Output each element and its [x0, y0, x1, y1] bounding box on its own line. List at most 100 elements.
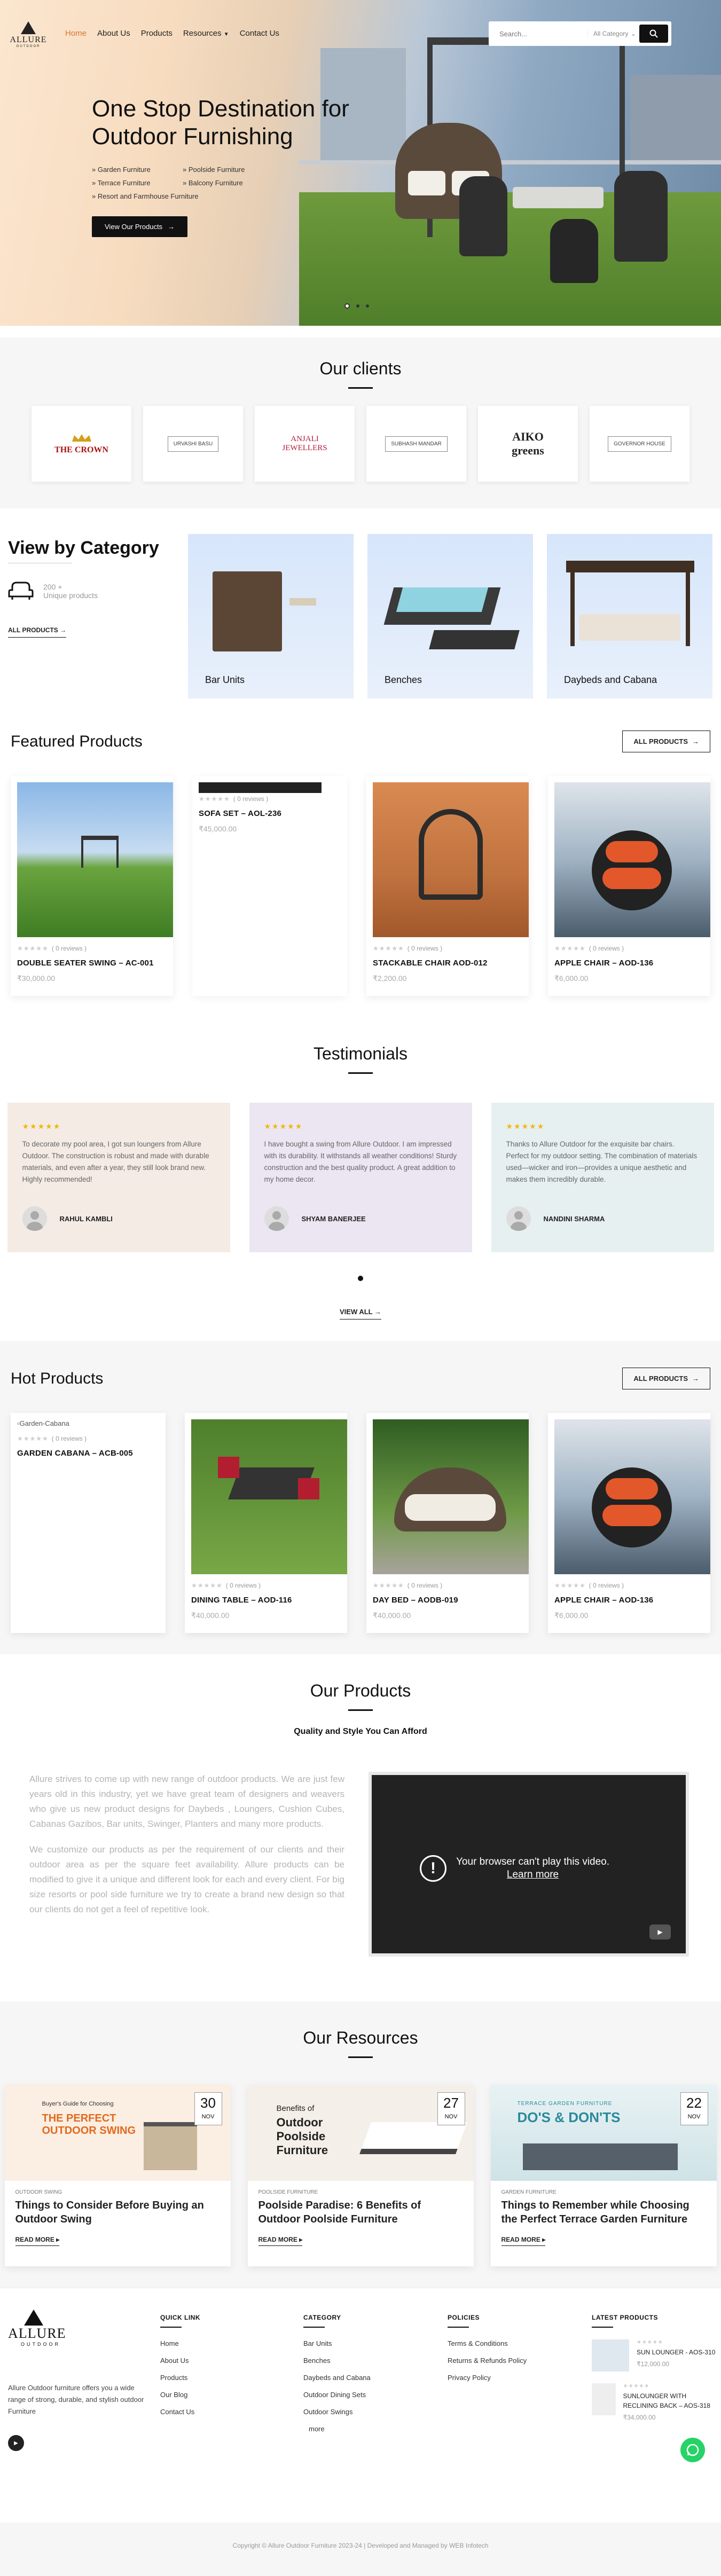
broken-image: ▫Garden-Cabana — [17, 1419, 159, 1427]
heading-underline — [592, 2327, 613, 2328]
blog-image: Buyer's Guide for Choosing THE PERFECT O… — [4, 2085, 231, 2181]
blog-card[interactable]: TERRACE GARDEN FURNITURE DO'S & DON'TS 2… — [490, 2085, 717, 2266]
product-card[interactable]: ★★★★★( 0 reviews ) APPLE CHAIR – AOD-136… — [548, 776, 710, 996]
button-label: View Our Products — [105, 223, 163, 231]
read-more-link[interactable]: READ MORE ▸ — [15, 2236, 60, 2246]
all-products-button[interactable]: ALL PRODUCTS → — [622, 731, 710, 752]
sofa-icon — [8, 582, 34, 600]
product-card[interactable]: ★★★★★( 0 reviews ) DINING TABLE – AOD-11… — [185, 1413, 347, 1633]
product-price: ₹30,000.00 — [17, 974, 56, 983]
slider-dot[interactable] — [344, 303, 350, 309]
footer-link[interactable]: Bar Units — [303, 2339, 371, 2347]
latest-product[interactable]: ★★★★★ SUN LOUNGER - AOS-310 ₹12,000.00 — [592, 2339, 720, 2371]
hero-link[interactable]: Resort and Farmhouse Furniture — [92, 192, 289, 200]
footer-link[interactable]: Our Blog — [160, 2391, 200, 2399]
footer-link[interactable]: Home — [160, 2339, 200, 2347]
footer-link[interactable]: About Us — [160, 2357, 200, 2365]
product-card[interactable]: ★★★★★( 0 reviews ) SOFA SET – AOL-236 ₹4… — [192, 776, 347, 996]
testimonial-list: ★★★★★ To decorate my pool area, I got su… — [0, 1103, 721, 1252]
footer-link[interactable]: Privacy Policy — [448, 2374, 527, 2382]
category-select[interactable]: All Category ⌄ — [587, 30, 639, 37]
footer-link[interactable]: Terms & Conditions — [448, 2339, 527, 2347]
hero-link[interactable]: Terrace Furniture — [92, 179, 183, 187]
youtube-icon[interactable]: ▶ — [8, 2435, 24, 2451]
category-card-daybeds[interactable]: Daybeds and Cabana — [547, 534, 712, 698]
footer-link[interactable]: more — [303, 2425, 371, 2433]
blog-list: Buyer's Guide for Choosing THE PERFECT O… — [0, 2085, 721, 2266]
category-card-bar-units[interactable]: Bar Units — [188, 534, 354, 698]
site-logo[interactable]: ALLURE OUTDOOR — [10, 21, 47, 48]
category-card-benches[interactable]: Benches — [367, 534, 533, 698]
arrow-right-icon: → — [692, 1375, 699, 1383]
menu-item-about[interactable]: About Us — [97, 29, 130, 38]
youtube-icon[interactable]: ▶ — [649, 1925, 671, 1939]
top-navigation: ALLURE OUTDOOR Home About Us Products Re… — [0, 0, 721, 69]
product-card[interactable]: ▫Garden-Cabana ★★★★★( 0 reviews ) GARDEN… — [11, 1413, 166, 1633]
bar-counter-image — [213, 571, 282, 651]
product-card[interactable]: ★★★★★( 0 reviews ) APPLE CHAIR – AOD-136… — [548, 1413, 710, 1633]
footer-logo[interactable]: ALLURE OUTDOOR — [8, 2310, 72, 2347]
footer-description: Allure Outdoor furniture offers you a wi… — [8, 2384, 144, 2415]
latest-product[interactable]: ★★★★★ SUNLOUNGER WITH RECLINING BACK – A… — [592, 2383, 720, 2421]
footer-link[interactable]: Contact Us — [160, 2408, 200, 2416]
product-name: SOFA SET – AOL-236 — [199, 809, 282, 818]
paragraph: We customize our products as per the req… — [29, 1844, 344, 1914]
view-products-button[interactable]: View Our Products → — [92, 216, 188, 237]
all-products-link[interactable]: ALL PRODUCTS → — [8, 626, 67, 638]
product-price: ₹34,000.00 — [623, 2414, 656, 2421]
footer-link[interactable]: Outdoor Dining Sets — [303, 2391, 371, 2399]
carousel-dot[interactable] — [358, 1276, 363, 1281]
footer-link[interactable]: Benches — [303, 2357, 371, 2365]
read-more-link[interactable]: READ MORE ▸ — [501, 2236, 546, 2246]
search-input[interactable] — [499, 29, 587, 38]
client-logo-crown: THE CROWN — [32, 406, 131, 482]
footer-link[interactable]: Returns & Refunds Policy — [448, 2357, 527, 2365]
whatsapp-button[interactable] — [680, 2438, 705, 2462]
author-name: SHYAM BANERJEE — [301, 1214, 366, 1223]
read-more-link[interactable]: READ MORE ▸ — [258, 2236, 303, 2246]
review-count: ( 0 reviews ) — [407, 945, 443, 952]
search-button[interactable] — [639, 25, 668, 43]
learn-more-link[interactable]: Learn more — [507, 1869, 559, 1880]
video-player[interactable]: ! Your browser can't play this video. Lea… — [369, 1772, 689, 1957]
product-card[interactable]: ★★★★★( 0 reviews ) DAY BED – AODB-019 ₹4… — [366, 1413, 529, 1633]
glass-top-image — [396, 587, 489, 612]
title-underline — [348, 1072, 373, 1074]
slider-dot[interactable] — [366, 304, 369, 308]
footer-link[interactable]: Outdoor Swings — [303, 2408, 371, 2416]
rating-stars: ★★★★★( 0 reviews ) — [373, 945, 443, 952]
hero-link[interactable]: Balcony Furniture — [183, 179, 289, 187]
section-subtitle: Quality and Style You Can Afford — [294, 1727, 427, 1736]
section-header: Hot Products ALL PRODUCTS → — [11, 1368, 710, 1389]
all-products-button[interactable]: ALL PRODUCTS → — [622, 1368, 710, 1389]
menu-item-resources[interactable]: Resources ▼ — [183, 29, 229, 38]
menu-item-contact[interactable]: Contact Us — [240, 29, 279, 38]
post-month: NOV — [201, 2114, 215, 2120]
slider-dot[interactable] — [356, 304, 359, 308]
footer-heading: LATEST PRODUCTS — [592, 2314, 658, 2321]
footer-link[interactable]: Products — [160, 2374, 200, 2382]
product-count: 200 + Unique products — [8, 580, 179, 602]
hero-link[interactable]: Garden Furniture — [92, 166, 183, 174]
blog-card[interactable]: Buyer's Guide for Choosing THE PERFECT O… — [4, 2085, 231, 2266]
footer-link[interactable]: Daybeds and Cabana — [303, 2374, 371, 2382]
blog-image: TERRACE GARDEN FURNITURE DO'S & DON'TS 2… — [490, 2085, 717, 2181]
clients-section: Our clients THE CROWN URVASHI BASU ANJAL… — [0, 337, 721, 508]
product-price: ₹12,000.00 — [637, 2360, 670, 2368]
product-image — [554, 1419, 710, 1574]
testimonial-text: To decorate my pool area, I got sun loun… — [22, 1140, 209, 1183]
product-card[interactable]: ★★★★★( 0 reviews ) DOUBLE SEATER SWING –… — [11, 776, 173, 996]
view-all-link[interactable]: VIEW ALL → — [339, 1308, 381, 1320]
menu-item-home[interactable]: Home — [65, 29, 87, 38]
glass-table — [513, 187, 604, 208]
blog-card[interactable]: Benefits of Outdoor Poolside Furniture 2… — [247, 2085, 474, 2266]
hero-link[interactable]: Poolside Furniture — [183, 166, 289, 174]
footer-heading: CATEGORY — [303, 2314, 341, 2321]
menu-item-products[interactable]: Products — [141, 29, 173, 38]
section-title: Our Products — [310, 1681, 411, 1700]
rating-stars: ★★★★★ — [623, 2383, 650, 2389]
category-section: View by Category 200 + Unique products AL… — [0, 517, 721, 731]
product-card[interactable]: ★★★★★( 0 reviews ) STACKABLE CHAIR AOD-0… — [366, 776, 529, 996]
caret-right-icon: ▸ — [56, 2236, 60, 2243]
search-bar: All Category ⌄ — [489, 21, 671, 46]
